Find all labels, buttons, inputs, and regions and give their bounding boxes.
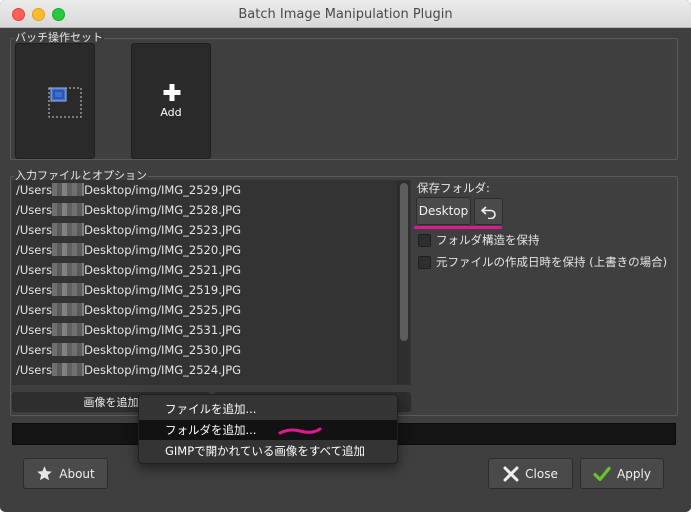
file-path-suffix: Desktop/img/IMG_2528.JPG	[84, 203, 242, 217]
crop-icon	[48, 87, 82, 118]
about-button[interactable]: About	[23, 458, 108, 489]
checkmark-icon	[593, 466, 611, 481]
keep-structure-row[interactable]: フォルダ構造を保持	[418, 232, 540, 248]
crop-operation-tile[interactable]	[15, 43, 95, 159]
batch-set-group	[10, 38, 678, 160]
redacted-username	[52, 283, 85, 296]
redacted-username	[52, 303, 85, 316]
output-folder-label: Desktop	[418, 204, 469, 218]
redacted-username	[52, 323, 85, 336]
star-icon	[37, 466, 53, 481]
keep-structure-label: フォルダ構造を保持	[436, 233, 540, 247]
file-list-row[interactable]: /Users Desktop/img/IMG_2523.JPG	[12, 220, 411, 240]
redacted-username	[52, 243, 85, 256]
file-list-row[interactable]: /Users Desktop/img/IMG_2521.JPG	[12, 260, 411, 280]
redacted-username	[52, 263, 85, 276]
keep-structure-checkbox[interactable]	[418, 233, 431, 247]
close-button[interactable]: Close	[488, 458, 573, 489]
file-path-suffix: Desktop/img/IMG_2531.JPG	[84, 323, 242, 337]
file-list-row[interactable]: /Users Desktop/img/IMG_2528.JPG	[12, 200, 411, 220]
file-list-row[interactable]: /Users Desktop/img/IMG_2520.JPG	[12, 240, 411, 260]
file-list-row[interactable]: /Users Desktop/img/IMG_2530.JPG	[12, 340, 411, 360]
file-path-suffix: Desktop/img/IMG_2523.JPG	[84, 223, 242, 237]
close-label: Close	[525, 466, 558, 481]
redacted-username	[52, 363, 85, 376]
about-label: About	[59, 466, 95, 481]
file-path-prefix: /Users	[16, 303, 53, 317]
file-path-prefix: /Users	[16, 223, 53, 237]
main-window: Batch Image Manipulation Plugin バッチ操作セット…	[0, 0, 691, 512]
apply-label: Apply	[617, 466, 651, 481]
file-path-prefix: /Users	[16, 263, 53, 277]
annotation-stroke	[278, 427, 322, 435]
close-x-icon	[503, 466, 519, 481]
apply-button[interactable]: Apply	[580, 458, 664, 489]
file-list[interactable]: /Users Desktop/img/IMG_2529.JPG/Users Desk…	[12, 180, 411, 385]
redacted-username	[52, 183, 85, 196]
file-path-suffix: Desktop/img/IMG_2524.JPG	[84, 363, 242, 377]
redacted-username	[52, 223, 85, 236]
file-path-suffix: Desktop/img/IMG_2530.JPG	[84, 343, 242, 357]
file-path-prefix: /Users	[16, 203, 53, 217]
file-path-prefix: /Users	[16, 363, 53, 377]
file-list-row[interactable]: /Users Desktop/img/IMG_2529.JPG	[12, 180, 411, 200]
undo-arrow-icon	[480, 205, 496, 219]
add-images-label: 画像を追加	[83, 396, 139, 409]
keep-dates-label: 元ファイルの作成日時を保持 (上書きの場合)	[436, 255, 668, 269]
menu-item-add-open-images[interactable]: GIMPで開かれている画像をすべて追加	[139, 441, 397, 461]
file-list-scrollbar[interactable]	[397, 181, 409, 384]
file-path-prefix: /Users	[16, 283, 53, 297]
reset-folder-button[interactable]	[474, 198, 503, 225]
output-folder-button[interactable]: Desktop	[416, 197, 471, 225]
add-tile-label: Add	[160, 106, 182, 119]
file-path-suffix: Desktop/img/IMG_2525.JPG	[84, 303, 242, 317]
redacted-username	[52, 343, 85, 356]
file-path-suffix: Desktop/img/IMG_2529.JPG	[84, 183, 242, 197]
add-images-menu: ファイルを追加... フォルダを追加... GIMPで開かれている画像をすべて追…	[138, 394, 398, 464]
file-path-prefix: /Users	[16, 343, 53, 357]
keep-dates-row[interactable]: 元ファイルの作成日時を保持 (上書きの場合)	[418, 254, 667, 270]
file-list-row[interactable]: /Users Desktop/img/IMG_2531.JPG	[12, 320, 411, 340]
title-bar: Batch Image Manipulation Plugin	[0, 0, 691, 28]
file-path-suffix: Desktop/img/IMG_2521.JPG	[84, 263, 242, 277]
menu-item-add-files[interactable]: ファイルを追加...	[139, 399, 397, 419]
file-list-row[interactable]: /Users Desktop/img/IMG_2519.JPG	[12, 280, 411, 300]
redacted-username	[52, 203, 85, 216]
menu-item-add-folder[interactable]: フォルダを追加...	[139, 420, 397, 440]
save-folder-label: 保存フォルダ:	[417, 181, 490, 195]
add-operation-tile[interactable]: Add	[131, 43, 211, 159]
file-path-suffix: Desktop/img/IMG_2520.JPG	[84, 243, 242, 257]
window-title: Batch Image Manipulation Plugin	[238, 7, 453, 22]
keep-dates-checkbox[interactable]	[418, 255, 431, 269]
file-path-prefix: /Users	[16, 183, 53, 197]
file-list-row[interactable]: /Users Desktop/img/IMG_2524.JPG	[12, 360, 411, 380]
scrollbar-thumb[interactable]	[400, 183, 408, 341]
file-list-row[interactable]: /Users Desktop/img/IMG_2525.JPG	[12, 300, 411, 320]
plus-icon	[163, 84, 181, 101]
file-path-suffix: Desktop/img/IMG_2519.JPG	[84, 283, 242, 297]
file-path-prefix: /Users	[16, 323, 53, 337]
annotation-underline	[414, 226, 502, 229]
file-path-prefix: /Users	[16, 243, 53, 257]
